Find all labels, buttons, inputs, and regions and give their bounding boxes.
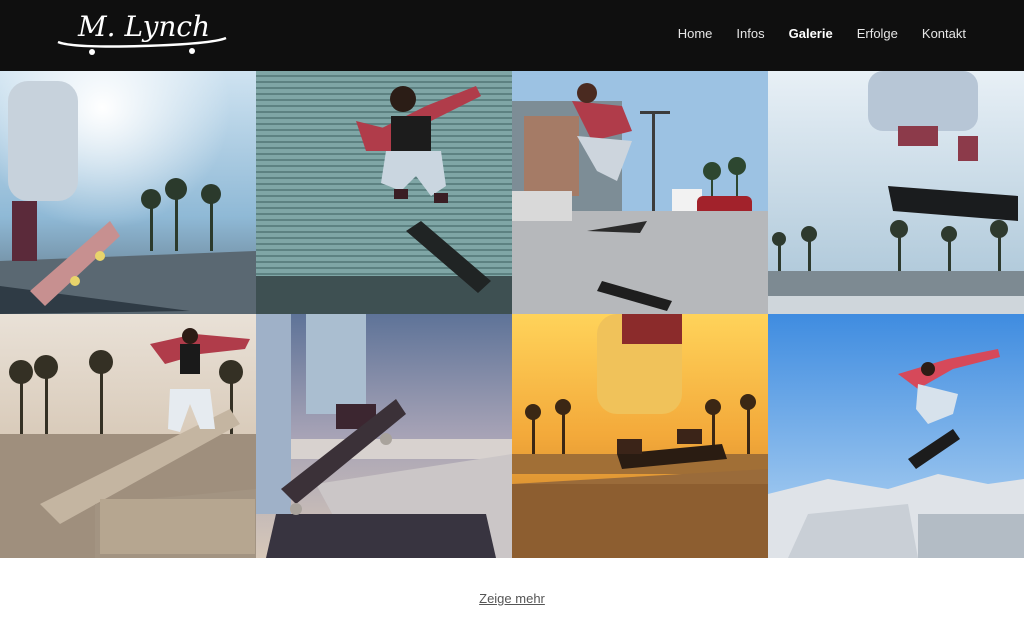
show-more-wrap: Zeige mehr: [0, 590, 1024, 608]
photo-gallery: [0, 71, 1024, 558]
show-more-link[interactable]: Zeige mehr: [479, 591, 545, 606]
site-logo[interactable]: M. Lynch: [52, 8, 232, 58]
gallery-photo-7[interactable]: [512, 314, 768, 558]
gallery-photo-1[interactable]: [0, 71, 256, 314]
nav-galerie[interactable]: Galerie: [789, 26, 833, 41]
gallery-photo-8[interactable]: [768, 314, 1024, 558]
site-header: M. Lynch Home Infos Galerie Erfolge Kont…: [0, 0, 1024, 71]
skateboard-logo-icon: M. Lynch: [57, 10, 227, 55]
nav-infos[interactable]: Infos: [736, 26, 764, 41]
gallery-photo-6[interactable]: [256, 314, 512, 558]
nav-erfolge[interactable]: Erfolge: [857, 26, 898, 41]
logo-text: M. Lynch: [77, 10, 210, 43]
gallery-photo-5[interactable]: [0, 314, 256, 558]
nav-kontakt[interactable]: Kontakt: [922, 26, 966, 41]
main-nav: Home Infos Galerie Erfolge Kontakt: [678, 26, 966, 41]
gallery-photo-4[interactable]: [768, 71, 1024, 314]
gallery-photo-3[interactable]: [512, 71, 768, 314]
gallery-photo-2[interactable]: [256, 71, 512, 314]
nav-home[interactable]: Home: [678, 26, 713, 41]
